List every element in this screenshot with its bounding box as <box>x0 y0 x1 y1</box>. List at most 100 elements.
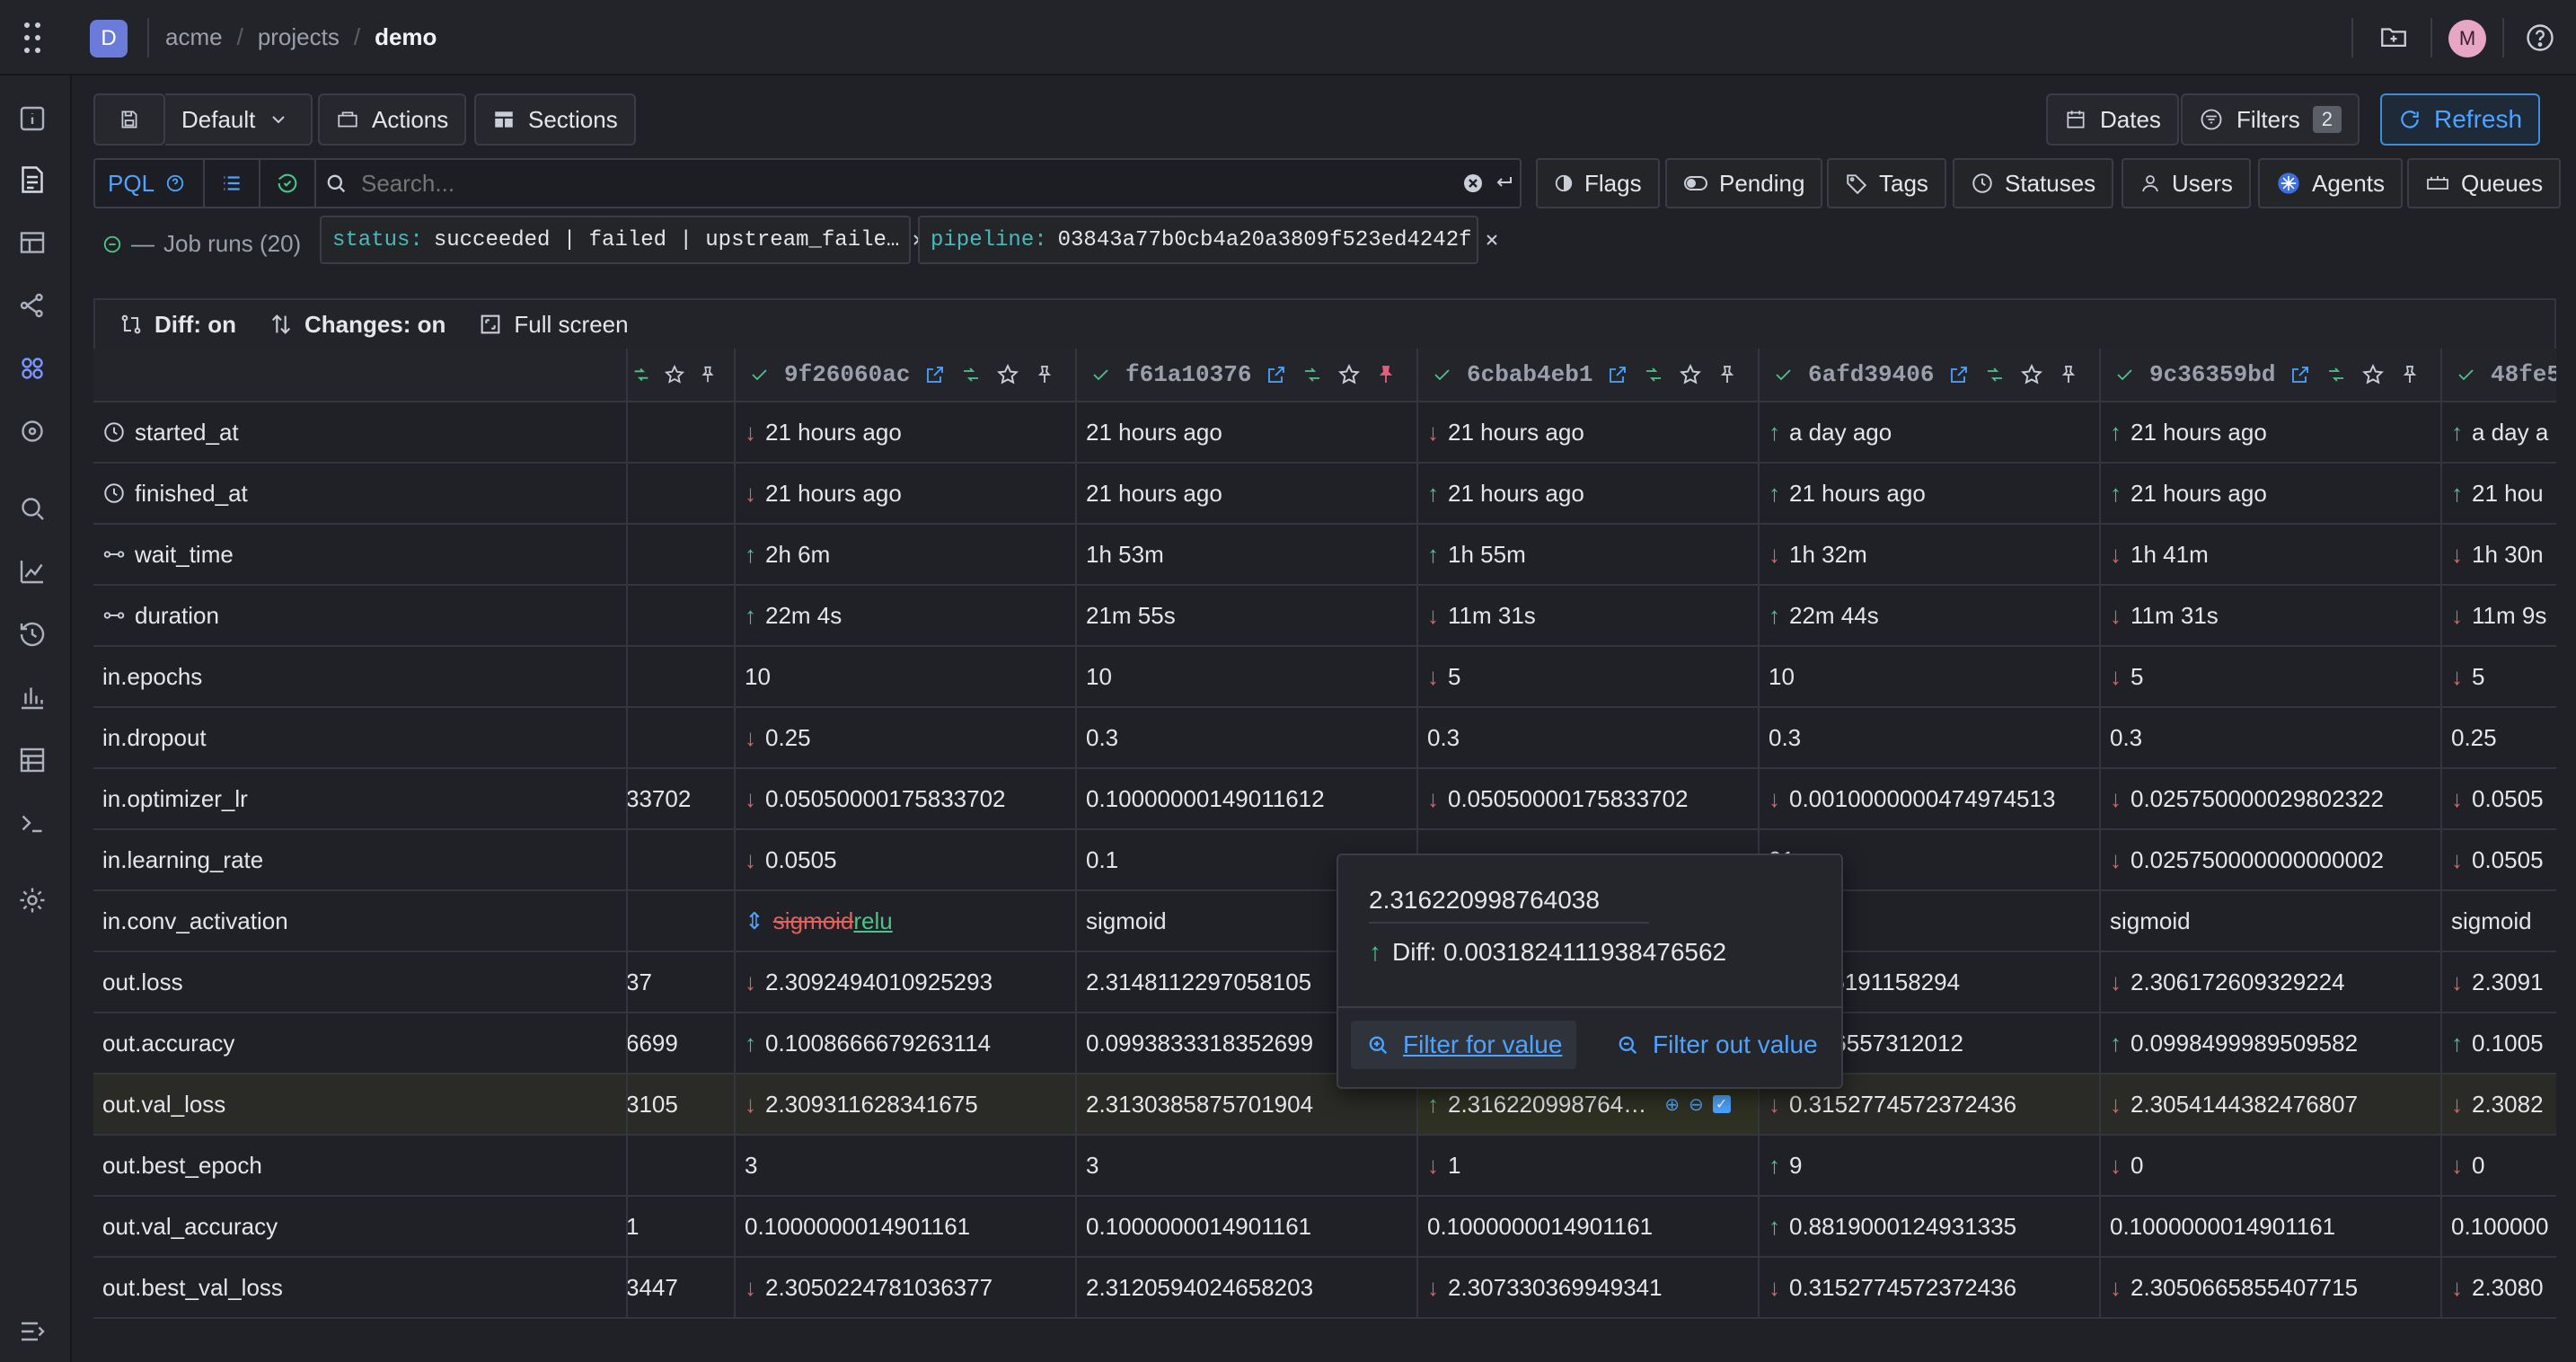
components-icon[interactable] <box>16 352 49 385</box>
star-icon[interactable] <box>2020 363 2043 386</box>
compare-icon[interactable] <box>631 365 651 385</box>
table-cell[interactable]: 0.10000000149011612 <box>1077 769 1418 828</box>
sections-button[interactable]: Sections <box>474 93 636 146</box>
compare-icon[interactable] <box>960 364 982 385</box>
compare-icon[interactable] <box>1643 364 1664 385</box>
table-cell[interactable]: 0.1000000014901161 <box>2101 1197 2442 1256</box>
table-cell[interactable]: ↑ a day ago <box>1760 402 2101 462</box>
app-menu-icon[interactable] <box>20 20 47 56</box>
table-cell[interactable]: 0.100000 <box>2442 1197 2556 1256</box>
table-cell[interactable]: ↑ 1h 55m <box>1418 525 1760 584</box>
cell-filter-in-icon[interactable]: ⊕ <box>1664 1093 1680 1116</box>
table-cell[interactable]: ↑ 22m 44s <box>1760 586 2101 645</box>
pin-icon[interactable] <box>1034 364 1055 385</box>
workspace-badge[interactable]: D <box>90 20 128 57</box>
table-cell[interactable]: ↓ 11m 31s <box>1418 586 1760 645</box>
table-cell[interactable]: 0.1000000014901161 <box>1418 1197 1760 1256</box>
table-cell[interactable]: ↓ 0.25 <box>736 708 1077 767</box>
settings-icon[interactable] <box>16 884 49 916</box>
table-cell[interactable]: ↓ 2.309311628341675 <box>736 1075 1077 1134</box>
table-cell[interactable]: ↓ 0.3152774572372436 <box>1760 1258 2101 1317</box>
table-cell[interactable]: 0.3 <box>1418 708 1760 767</box>
filters-button[interactable]: Filters 2 <box>2181 93 2360 146</box>
table-cell[interactable]: ↓ 0.025750000000000002 <box>2101 830 2442 889</box>
users-button[interactable]: Users <box>2122 158 2251 208</box>
statuses-button[interactable]: Statuses <box>1953 158 2114 208</box>
collapse-menu-icon[interactable] <box>16 1315 49 1348</box>
table-cell[interactable]: 10 <box>1077 647 1418 706</box>
star-icon[interactable] <box>1679 363 1702 386</box>
clear-search-icon[interactable] <box>1462 172 1484 194</box>
table-cell[interactable]: 0.1000000014901161 <box>1077 1197 1418 1256</box>
external-link-icon[interactable] <box>2289 364 2311 385</box>
run-hash[interactable]: 9c36359bd <box>2149 361 2275 388</box>
pql-mode[interactable]: PQL <box>95 160 205 207</box>
table-cell[interactable]: 21m 55s <box>1077 586 1418 645</box>
table-cell[interactable]: ↑ 2h 6m <box>736 525 1077 584</box>
list-view-icon[interactable] <box>205 160 260 207</box>
table-cell[interactable]: 1h 53m <box>1077 525 1418 584</box>
table-cell[interactable]: ↓ 11m 31s <box>2101 586 2442 645</box>
history-icon[interactable] <box>16 618 49 650</box>
table-cell[interactable]: ↑ 0.8819000124931335 <box>1760 1197 2101 1256</box>
table-cell[interactable]: ↑ 21 hours ago <box>1418 464 1760 523</box>
pin-icon[interactable] <box>698 365 718 385</box>
external-link-icon[interactable] <box>1607 364 1628 385</box>
preset-select[interactable]: Default <box>165 93 313 146</box>
table-cell[interactable]: 21 hours ago <box>1077 464 1418 523</box>
external-link-icon[interactable] <box>1948 364 1970 385</box>
status-filter-token[interactable]: status: succeeded | failed | upstream_fa… <box>320 216 925 264</box>
table-cell[interactable]: 10 <box>736 647 1077 706</box>
table-cell[interactable]: ↓ 5 <box>1418 647 1760 706</box>
table-cell[interactable]: sigmoid <box>2442 891 2556 951</box>
compare-icon[interactable] <box>2325 364 2347 385</box>
table-cell[interactable]: ⇕ sigmoid relu <box>736 891 1077 951</box>
run-hash[interactable]: 48fe5 <box>2491 361 2556 388</box>
external-link-icon[interactable] <box>924 364 946 385</box>
help-icon[interactable] <box>2524 22 2556 54</box>
table-cell[interactable]: 2.3120594024658203 <box>1077 1258 1418 1317</box>
submit-query-icon[interactable] <box>1493 172 1514 194</box>
lineage-icon[interactable] <box>16 289 49 322</box>
table-cell[interactable]: ↓ 2.3050224781036377 <box>736 1258 1077 1317</box>
queues-button[interactable]: Queues <box>2407 158 2562 208</box>
table-cell[interactable]: ↓ 0.05050000175833702 <box>736 769 1077 828</box>
table-cell[interactable]: ↓ 2.306172609329224 <box>2101 952 2442 1012</box>
run-hash[interactable]: 9f26060ac <box>784 361 910 388</box>
table-cell[interactable]: sigmoid <box>2101 891 2442 951</box>
tags-button[interactable]: Tags <box>1827 158 1946 208</box>
table-cell[interactable]: ↓ 0.025750000029802322 <box>2101 769 2442 828</box>
table-cell[interactable]: ↓ 5 <box>2101 647 2442 706</box>
table-cell[interactable]: ↑ 0.1008666679263114 <box>736 1013 1077 1073</box>
folder-icon[interactable] <box>2378 22 2409 52</box>
table-cell[interactable]: ↓ 0.0505 <box>736 830 1077 889</box>
breadcrumb-acme[interactable]: acme <box>165 23 223 51</box>
table-cell[interactable]: ↓ 2.3080 <box>2442 1258 2556 1317</box>
avatar[interactable]: M <box>2448 20 2486 57</box>
agents-button[interactable]: Agents <box>2258 158 2403 208</box>
refresh-button[interactable]: Refresh <box>2380 93 2541 146</box>
ops-icon[interactable] <box>16 415 49 447</box>
pending-button[interactable]: Pending <box>1665 158 1823 208</box>
flags-button[interactable]: Flags <box>1536 158 1660 208</box>
table-cell[interactable]: ↓ 2.3054144382476807 <box>2101 1075 2442 1134</box>
table-cell[interactable]: ↓ 0 <box>2442 1136 2556 1195</box>
actions-button[interactable]: Actions <box>318 93 467 146</box>
run-hash[interactable]: f61a10376 <box>1125 361 1251 388</box>
bar-chart-icon[interactable] <box>16 681 49 713</box>
dashboard-icon[interactable] <box>16 226 49 259</box>
table-cell[interactable]: ↓ 0.05050000175833702 <box>1418 769 1760 828</box>
search-input[interactable] <box>359 165 1455 201</box>
run-hash[interactable]: 6cbab4eb1 <box>1467 361 1592 388</box>
table-icon[interactable] <box>16 744 49 776</box>
search-analysis-icon[interactable] <box>16 492 49 525</box>
table-cell[interactable]: ↑ a day a <box>2442 402 2556 462</box>
external-link-icon[interactable] <box>1266 364 1287 385</box>
table-cell[interactable]: ↓ 0 <box>2101 1136 2442 1195</box>
table-cell[interactable]: ↓ 11m 9s <box>2442 586 2556 645</box>
table-cell[interactable]: 0.3 <box>2101 708 2442 767</box>
cell-filter-out-icon[interactable]: ⊖ <box>1689 1093 1704 1116</box>
cell-select-checkbox[interactable]: ✓ <box>1712 1095 1731 1113</box>
star-icon[interactable] <box>996 363 1019 386</box>
table-cell[interactable]: ↓ 21 hours ago <box>736 402 1077 462</box>
